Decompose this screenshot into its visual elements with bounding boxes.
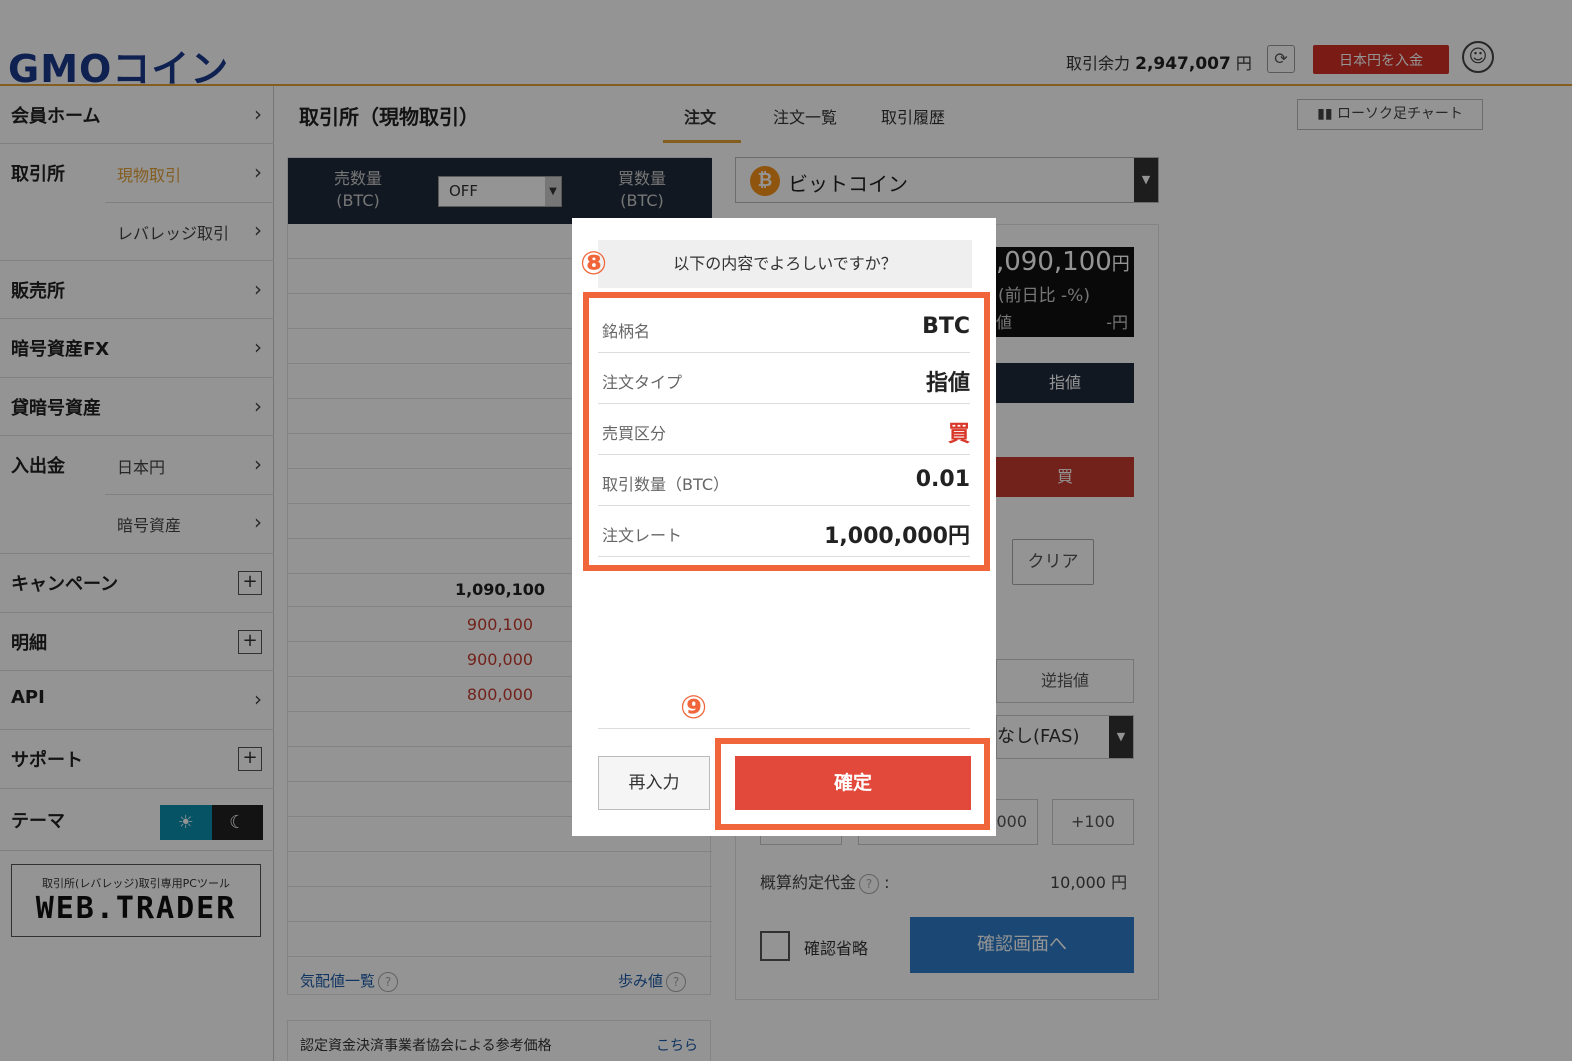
dialog-question: 以下の内容でよろしいですか？ bbox=[598, 240, 972, 288]
reenter-button[interactable]: 再入力 bbox=[598, 756, 710, 810]
divider bbox=[598, 728, 970, 729]
step-8-annotation: ⑧ bbox=[580, 244, 608, 282]
highlight-confirm-box bbox=[715, 738, 990, 830]
highlight-details-box bbox=[583, 292, 990, 571]
step-9-annotation: ⑨ bbox=[680, 688, 708, 726]
